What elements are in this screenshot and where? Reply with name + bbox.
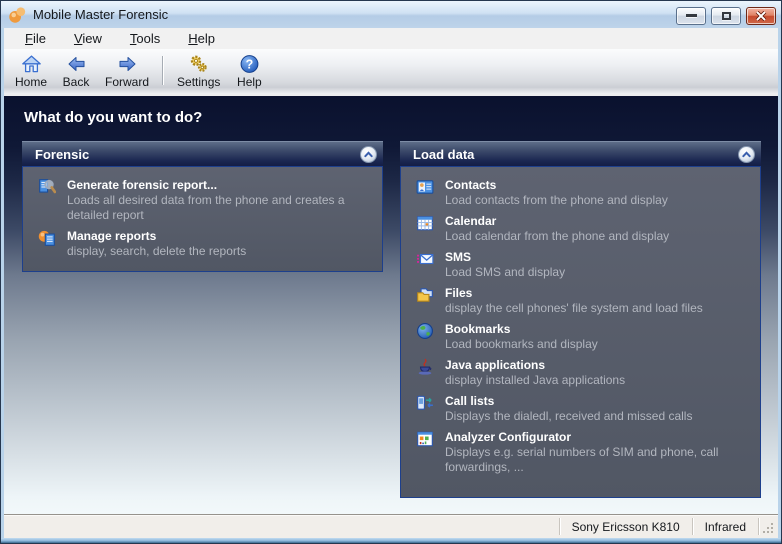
- manage-reports-item[interactable]: Manage reports display, search, delete t…: [31, 226, 374, 262]
- window-bottom-border: [1, 538, 781, 543]
- toolbar-separator: [162, 56, 163, 85]
- menu-view[interactable]: View: [63, 29, 113, 48]
- help-question-icon: ?: [239, 54, 260, 74]
- maximize-icon: [722, 12, 731, 20]
- forensic-panel-header: Forensic: [22, 141, 383, 166]
- sms-envelope-icon: [416, 250, 434, 268]
- window-controls: [676, 7, 776, 25]
- item-description: Load contacts from the phone and display: [445, 193, 668, 208]
- settings-button[interactable]: Settings: [170, 51, 227, 90]
- title-bar[interactable]: Mobile Master Forensic: [1, 1, 781, 28]
- load-data-panel-header: Load data: [400, 141, 761, 166]
- connection-status: Infrared: [693, 520, 758, 534]
- chevron-up-circle-icon[interactable]: [360, 146, 377, 163]
- help-button[interactable]: ? Help: [227, 51, 271, 90]
- back-arrow-icon: [66, 54, 87, 74]
- manage-reports-icon: [38, 229, 56, 247]
- chevron-up-circle-icon[interactable]: [738, 146, 755, 163]
- item-title[interactable]: Call lists: [445, 394, 692, 409]
- forensic-panel-body: Generate forensic report... Loads all de…: [22, 166, 383, 272]
- load-data-panel: Load data: [400, 141, 761, 498]
- item-description: Load calendar from the phone and display: [445, 229, 669, 244]
- close-button[interactable]: [746, 7, 776, 25]
- call-lists-icon: [416, 394, 434, 412]
- bookmarks-globe-icon: [416, 322, 434, 340]
- app-window: Mobile Master Forensic File View Tools H…: [0, 0, 782, 544]
- menu-help[interactable]: Help: [177, 29, 226, 48]
- status-bar: Sony Ericsson K810 Infrared: [4, 514, 778, 538]
- maximize-button[interactable]: [711, 7, 741, 25]
- analyzer-configurator-icon: [416, 430, 434, 448]
- back-button[interactable]: Back: [54, 51, 98, 90]
- resize-grip-icon[interactable]: [761, 521, 776, 536]
- item-description: Load SMS and display: [445, 265, 565, 280]
- item-description: Loads all desired data from the phone an…: [67, 193, 372, 223]
- item-title[interactable]: Files: [445, 286, 703, 301]
- java-cup-icon: [416, 358, 434, 376]
- device-status: Sony Ericsson K810: [560, 520, 692, 534]
- home-button[interactable]: Home: [8, 51, 54, 90]
- menu-bar: File View Tools Help: [4, 28, 778, 49]
- item-title[interactable]: SMS: [445, 250, 565, 265]
- contacts-icon: [416, 178, 434, 196]
- forward-button[interactable]: Forward: [98, 51, 156, 90]
- forensic-panel: Forensic: [22, 141, 383, 272]
- forward-arrow-icon: [117, 54, 138, 74]
- close-x-icon: [755, 11, 767, 21]
- bookmarks-item[interactable]: Bookmarks Load bookmarks and display: [409, 319, 752, 355]
- generate-forensic-report-item[interactable]: Generate forensic report... Loads all de…: [31, 175, 374, 226]
- item-title[interactable]: Manage reports: [67, 229, 246, 244]
- window-title: Mobile Master Forensic: [33, 7, 168, 22]
- item-description: Displays the dialedl, received and misse…: [445, 409, 692, 424]
- forensic-panel-title: Forensic: [35, 147, 89, 162]
- home-icon: [21, 54, 42, 74]
- item-title[interactable]: Contacts: [445, 178, 668, 193]
- load-data-panel-title: Load data: [413, 147, 474, 162]
- item-description: Load bookmarks and display: [445, 337, 598, 352]
- files-item[interactable]: Files display the cell phones' file syst…: [409, 283, 752, 319]
- window-body: File View Tools Help Home Back: [4, 28, 778, 538]
- files-folder-icon: [416, 286, 434, 304]
- page-title: What do you want to do?: [4, 96, 778, 138]
- item-description: Displays e.g. serial numbers of SIM and …: [445, 445, 750, 475]
- toolbar: Home Back Forward: [4, 49, 778, 96]
- item-description: display installed Java applications: [445, 373, 625, 388]
- menu-tools[interactable]: Tools: [119, 29, 171, 48]
- contacts-item[interactable]: Contacts Load contacts from the phone an…: [409, 175, 752, 211]
- sms-item[interactable]: SMS Load SMS and display: [409, 247, 752, 283]
- item-description: display the cell phones' file system and…: [445, 301, 703, 316]
- menu-file[interactable]: File: [14, 29, 57, 48]
- forensic-report-icon: [38, 178, 56, 196]
- minimize-icon: [686, 14, 697, 17]
- load-data-panel-body: Contacts Load contacts from the phone an…: [400, 166, 761, 498]
- orange-orbs-logo-icon[interactable]: [8, 6, 27, 24]
- item-title[interactable]: Calendar: [445, 214, 669, 229]
- main-content: What do you want to do? Forensic: [4, 96, 778, 514]
- call-lists-item[interactable]: Call lists Displays the dialedl, receive…: [409, 391, 752, 427]
- item-title[interactable]: Generate forensic report...: [67, 178, 372, 193]
- item-title[interactable]: Analyzer Configurator: [445, 430, 750, 445]
- calendar-icon: [416, 214, 434, 232]
- item-title[interactable]: Bookmarks: [445, 322, 598, 337]
- statusbar-separator: [758, 518, 759, 535]
- calendar-item[interactable]: Calendar Load calendar from the phone an…: [409, 211, 752, 247]
- java-applications-item[interactable]: Java applications display installed Java…: [409, 355, 752, 391]
- item-description: display, search, delete the reports: [67, 244, 246, 259]
- gears-icon: [188, 54, 209, 74]
- minimize-button[interactable]: [676, 7, 706, 25]
- panels-row: Forensic: [4, 138, 778, 498]
- svg-text:?: ?: [246, 57, 254, 71]
- item-title[interactable]: Java applications: [445, 358, 625, 373]
- analyzer-configurator-item[interactable]: Analyzer Configurator Displays e.g. seri…: [409, 427, 752, 478]
